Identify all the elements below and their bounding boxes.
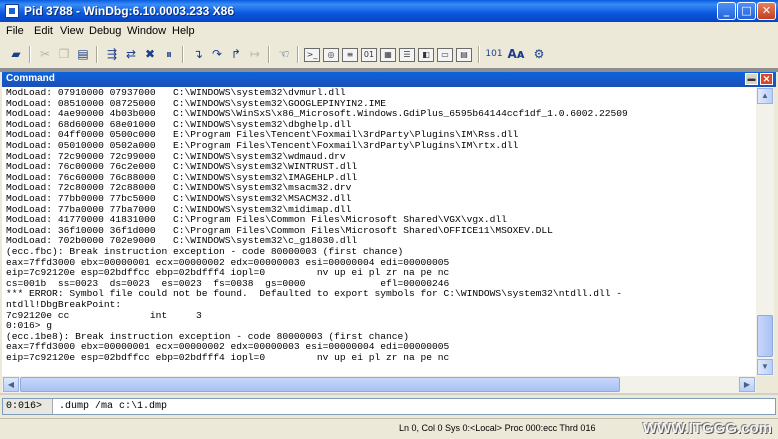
registers-window-icon[interactable]: 01	[361, 48, 377, 62]
source-mode-icon[interactable]: ▤	[456, 48, 472, 62]
toolbar: ▰ ✂ ❐ ▤ ⇶ ⇄ ✖ ⏸ ↴ ↷ ↱ ↦ ☜ >_ ◎ ≡ 01 ▦ ☰ …	[0, 41, 778, 69]
step-into-icon[interactable]: ↴	[189, 45, 207, 63]
vertical-scroll-thumb[interactable]	[757, 315, 773, 357]
scroll-down-arrow-icon[interactable]: ▼	[757, 359, 773, 375]
step-over-icon[interactable]: ↷	[208, 45, 226, 63]
copy-icon[interactable]: ❐	[55, 45, 73, 63]
command-output[interactable]: ModLoad: 07910000 07937000 C:\WINDOWS\sy…	[2, 87, 756, 376]
hand-icon[interactable]: ☜	[275, 45, 293, 63]
go-icon[interactable]: ⇶	[103, 45, 121, 63]
scroll-up-arrow-icon[interactable]: ▲	[757, 88, 773, 104]
splitter[interactable]	[0, 393, 778, 395]
output-line: ModLoad: 76c60000 76c88000 C:\WINDOWS\sy…	[6, 171, 358, 183]
call-stack-window-icon[interactable]: ☰	[399, 48, 415, 62]
scroll-right-arrow-icon[interactable]: ▶	[739, 377, 755, 392]
status-bar: Ln 0, Col 0 Sys 0:<Local> Proc 000:ecc T…	[0, 418, 778, 439]
font-icon[interactable]: Aᴀ	[507, 45, 525, 63]
stop-debugging-icon[interactable]: ✖	[141, 45, 159, 63]
output-line: ModLoad: 36f10000 36f1d000 C:\Program Fi…	[6, 224, 553, 236]
output-line: ntdll!DbgBreakPoint:	[6, 299, 122, 310]
memory-window-icon[interactable]: ▦	[380, 48, 396, 62]
output-line: ModLoad: 68d60000 68e01000 C:\WINDOWS\sy…	[6, 118, 352, 130]
status-text: Ln 0, Col 0 Sys 0:<Local> Proc 000:ecc T…	[399, 423, 596, 433]
cut-icon[interactable]: ✂	[36, 45, 54, 63]
watch-window-icon[interactable]: ◎	[323, 48, 339, 62]
output-line: eip=7c92120e esp=02bdffcc ebp=02bdfff4 i…	[6, 267, 450, 279]
debugger-prompt: 0:016>	[3, 399, 53, 414]
menu-view[interactable]: View	[60, 25, 84, 37]
locals-window-icon[interactable]: ≡	[342, 48, 358, 62]
output-line: cs=001b ss=0023 ds=0023 es=0023 fs=0038 …	[6, 277, 450, 289]
output-line: ModLoad: 4ae90000 4b03b000 C:\WINDOWS\Wi…	[6, 108, 628, 120]
output-line: *** ERROR: Symbol file could not be foun…	[6, 288, 623, 300]
command-window-icon[interactable]: >_	[304, 48, 320, 62]
horizontal-scrollbar[interactable]: ◀ ▶	[2, 376, 756, 393]
command-window-title: Command	[6, 73, 55, 84]
menu-edit[interactable]: Edit	[34, 25, 53, 37]
close-button[interactable]: ✕	[757, 2, 776, 20]
menu-file[interactable]: File	[6, 25, 24, 37]
output-line: ModLoad: 702b0000 702e9000 C:\WINDOWS\sy…	[6, 235, 358, 247]
output-line: ModLoad: 72c80000 72c88000 C:\WINDOWS\sy…	[6, 182, 352, 194]
maximize-button[interactable]: □	[737, 2, 756, 20]
windbg-app-icon[interactable]	[5, 4, 19, 18]
output-line: 7c92120e cc int 3	[6, 309, 202, 321]
command-window-header: Command ▬ ✕	[2, 72, 776, 87]
menu-bar: File Edit View Debug Window Help	[0, 22, 778, 42]
watermark: WWW.ITGGG.com	[642, 420, 772, 437]
scratch-pad-icon[interactable]: ▭	[437, 48, 453, 62]
scroll-left-arrow-icon[interactable]: ◀	[3, 377, 19, 392]
menu-debug[interactable]: Debug	[89, 25, 121, 37]
command-input-row: 0:016>	[2, 398, 776, 415]
output-line: ModLoad: 08510000 08725000 C:\WINDOWS\sy…	[6, 97, 386, 109]
output-line: ModLoad: 76c00000 76c2e000 C:\WINDOWS\sy…	[6, 161, 358, 173]
close-command-window-icon[interactable]: ✕	[760, 73, 773, 85]
command-input[interactable]	[59, 400, 359, 413]
window-title: Pid 3788 - WinDbg:6.10.0003.233 X86	[24, 4, 234, 18]
run-to-cursor-icon[interactable]: ↦	[246, 45, 264, 63]
output-line: 0:016> g	[6, 320, 53, 332]
output-line: eax=7ffd3000 ebx=00000001 ecx=00000002 e…	[6, 256, 450, 268]
break-icon[interactable]: ⏸	[160, 45, 178, 63]
restart-icon[interactable]: ⇄	[122, 45, 140, 63]
output-line: eax=7ffd3000 ebx=00000001 ecx=00000002 e…	[6, 341, 450, 353]
vertical-scrollbar[interactable]: ▲ ▼	[756, 87, 774, 376]
output-line: ModLoad: 07910000 07937000 C:\WINDOWS\sy…	[6, 87, 346, 98]
horizontal-scroll-thumb[interactable]	[20, 377, 620, 392]
output-line: ModLoad: 41770000 41831000 C:\Program Fi…	[6, 214, 507, 226]
output-line: eip=7c92120e esp=02bdffcc ebp=02bdfff4 i…	[6, 352, 450, 363]
hex-options-icon[interactable]: 101	[485, 45, 503, 63]
open-icon[interactable]: ▰	[7, 45, 25, 63]
output-line: ModLoad: 77ba0000 77ba7000 C:\WINDOWS\sy…	[6, 203, 352, 215]
output-line: ModLoad: 05010000 0502a000 E:\Program Fi…	[6, 140, 519, 151]
output-line: ModLoad: 72c90000 72c99000 C:\WINDOWS\sy…	[6, 150, 346, 162]
title-bar: Pid 3788 - WinDbg:6.10.0003.233 X86 _ □ …	[0, 0, 778, 22]
step-out-icon[interactable]: ↱	[227, 45, 245, 63]
output-line: (ecc.fbc): Break instruction exception -…	[6, 246, 404, 257]
minimize-button[interactable]: _	[717, 2, 736, 20]
dock-toggle-icon[interactable]: ▬	[745, 73, 758, 85]
output-line: (ecc.1be8): Break instruction exception …	[6, 330, 410, 342]
paste-icon[interactable]: ▤	[74, 45, 92, 63]
menu-window[interactable]: Window	[127, 25, 166, 37]
menu-help[interactable]: Help	[172, 25, 195, 37]
disassembly-window-icon[interactable]: ◧	[418, 48, 434, 62]
options-icon[interactable]: ⚙	[530, 45, 548, 63]
output-line: ModLoad: 04ff0000 0500c000 E:\Program Fi…	[6, 129, 519, 141]
output-line: ModLoad: 77bb0000 77bc5000 C:\WINDOWS\sy…	[6, 193, 352, 204]
